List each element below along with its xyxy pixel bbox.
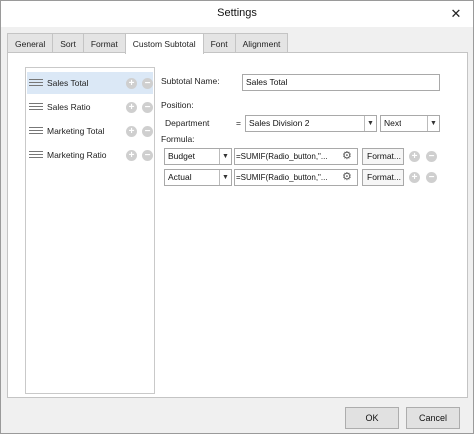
tab-bar: General Sort Format Custom Subtotal Font… [7, 33, 289, 54]
formula-field-value: Budget [168, 151, 195, 161]
remove-icon[interactable]: − [426, 151, 437, 162]
formula-label: Formula: [161, 134, 195, 144]
chevron-down-icon: ▼ [364, 116, 376, 131]
position-target-value: Sales Division 2 [249, 118, 310, 128]
gear-icon[interactable]: ⚙ [342, 150, 354, 162]
cancel-button[interactable]: Cancel [406, 407, 460, 429]
list-item-label: Sales Total [47, 78, 89, 88]
list-item-sales-ratio[interactable]: Sales Ratio + − [27, 96, 153, 118]
remove-icon[interactable]: − [426, 172, 437, 183]
chevron-down-icon: ▼ [427, 116, 439, 131]
remove-icon[interactable]: − [142, 77, 153, 89]
dialog-title: Settings [217, 7, 257, 19]
gear-icon[interactable]: ⚙ [342, 171, 354, 183]
formula-field-value: Actual [168, 172, 192, 182]
format-button[interactable]: Format... [362, 169, 404, 186]
list-item-label: Sales Ratio [47, 102, 91, 112]
tab-alignment[interactable]: Alignment [234, 33, 289, 53]
position-equals: = [236, 118, 241, 128]
formula-field-select[interactable]: Actual ▼ [164, 169, 232, 186]
tab-font[interactable]: Font [202, 33, 236, 53]
add-icon[interactable]: + [126, 149, 137, 161]
subtotal-name-input[interactable]: Sales Total [242, 74, 440, 91]
position-target-select[interactable]: Sales Division 2 ▼ [245, 115, 377, 132]
add-icon[interactable]: + [126, 101, 137, 113]
custom-subtotal-panel: Sales Total + − Sales Ratio + − Marketin… [7, 52, 468, 398]
tab-custom-subtotal[interactable]: Custom Subtotal [124, 33, 204, 54]
list-item-marketing-total[interactable]: Marketing Total + − [27, 120, 153, 142]
subtotal-name-label: Subtotal Name: [161, 76, 220, 86]
remove-icon[interactable]: − [142, 149, 153, 161]
add-icon[interactable]: + [126, 77, 137, 89]
list-item-label: Marketing Ratio [47, 150, 107, 160]
drag-handle-icon[interactable] [29, 79, 43, 87]
format-button[interactable]: Format... [362, 148, 404, 165]
subtotal-list[interactable]: Sales Total + − Sales Ratio + − Marketin… [25, 67, 155, 394]
settings-dialog: Settings ✕ General Sort Format Custom Su… [0, 0, 474, 434]
close-icon[interactable]: ✕ [447, 5, 465, 23]
formula-expression-input[interactable]: =SUMIF(Radio_button,"... ⚙ [234, 148, 358, 165]
remove-icon[interactable]: − [142, 101, 153, 113]
position-relation-select[interactable]: Next ▼ [380, 115, 440, 132]
add-icon[interactable]: + [409, 151, 420, 162]
chevron-down-icon: ▼ [219, 170, 231, 185]
add-icon[interactable]: + [409, 172, 420, 183]
add-icon[interactable]: + [126, 125, 137, 137]
position-relation-value: Next [384, 118, 402, 128]
tab-format[interactable]: Format [82, 33, 126, 53]
drag-handle-icon[interactable] [29, 127, 43, 135]
department-label: Department [165, 118, 210, 128]
drag-handle-icon[interactable] [29, 103, 43, 111]
list-item-label: Marketing Total [47, 126, 105, 136]
list-item-sales-total[interactable]: Sales Total + − [27, 72, 153, 94]
formula-field-select[interactable]: Budget ▼ [164, 148, 232, 165]
tab-general[interactable]: General [7, 33, 54, 53]
chevron-down-icon: ▼ [219, 149, 231, 164]
list-item-marketing-ratio[interactable]: Marketing Ratio + − [27, 144, 153, 166]
drag-handle-icon[interactable] [29, 151, 43, 159]
position-label: Position: [161, 100, 194, 110]
formula-expression-text: =SUMIF(Radio_button,"... [236, 152, 328, 161]
tab-sort[interactable]: Sort [52, 33, 84, 53]
title-bar: Settings ✕ [1, 1, 473, 27]
formula-expression-input[interactable]: =SUMIF(Radio_button,"... ⚙ [234, 169, 358, 186]
formula-expression-text: =SUMIF(Radio_button,"... [236, 173, 328, 182]
remove-icon[interactable]: − [142, 125, 153, 137]
ok-button[interactable]: OK [345, 407, 399, 429]
